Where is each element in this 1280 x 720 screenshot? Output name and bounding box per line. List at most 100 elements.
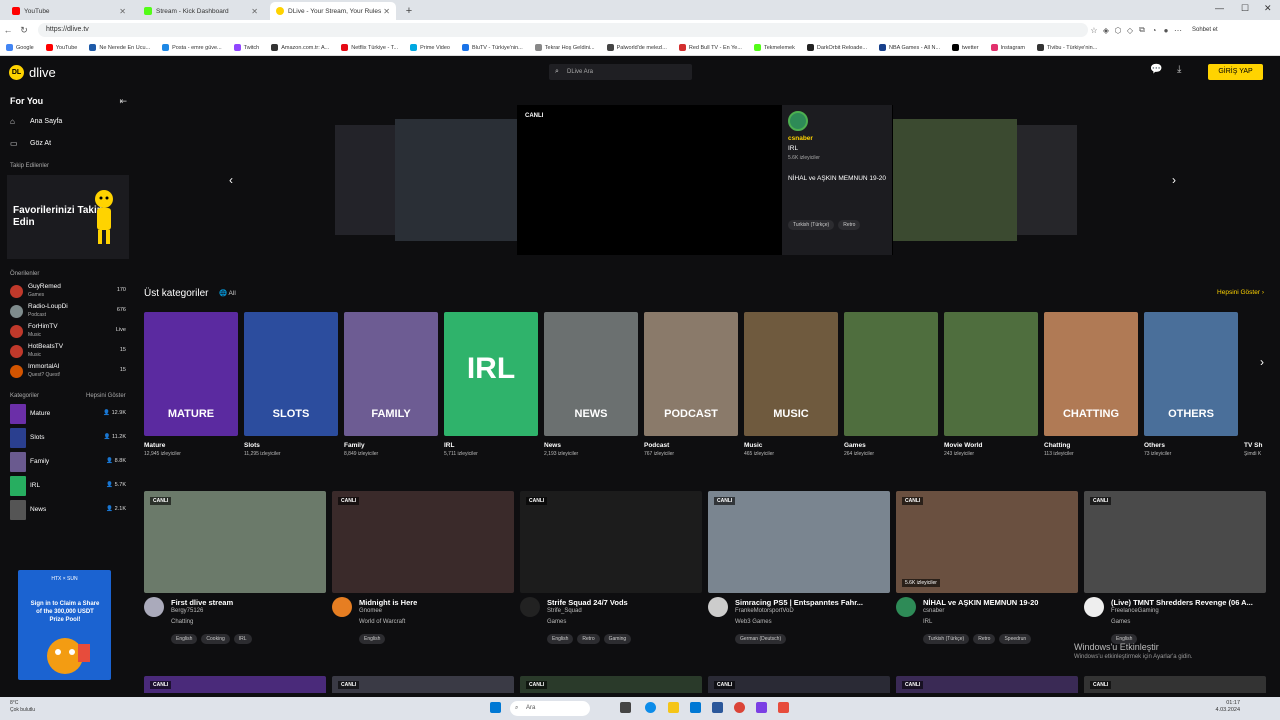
tag[interactable]: IRL <box>233 634 252 644</box>
avatar[interactable] <box>332 597 352 617</box>
category-card[interactable]: IRL <box>444 312 538 436</box>
stream-title[interactable]: Strife Squad 24/7 Vods <box>547 598 702 607</box>
profile-avatar-icon[interactable]: ● <box>1160 26 1172 35</box>
bookmark-item[interactable]: twetter <box>952 44 979 51</box>
browser-tab-dlive[interactable]: DLive - Your Stream, Your Rules ✕ <box>270 2 396 20</box>
category-name[interactable]: Music <box>744 442 762 449</box>
login-button[interactable]: GİRİŞ YAP <box>1208 64 1263 80</box>
channel-name[interactable]: Strife_Squad <box>547 608 582 614</box>
category-name[interactable]: Chatting <box>1044 442 1070 449</box>
category-name[interactable]: Family <box>344 442 365 449</box>
back-icon[interactable]: ← <box>0 25 16 35</box>
tag[interactable]: Turkish (Türkçe) <box>923 634 970 644</box>
category-card[interactable]: CHATTING <box>1044 312 1138 436</box>
stream-thumbnail[interactable]: CANLI <box>708 491 890 593</box>
bookmark-item[interactable]: Palworld'de melezl... <box>606 44 667 51</box>
carousel-side-thumbnail[interactable] <box>335 125 395 235</box>
stream-thumbnail[interactable]: CANLI <box>520 491 702 593</box>
category-card[interactable] <box>844 312 938 436</box>
bookmark-item[interactable]: YouTube <box>45 44 77 51</box>
stream-category[interactable]: World of Warcraft <box>359 619 405 625</box>
recommended-channel[interactable]: HotBeatsTV Music 15 <box>10 343 128 361</box>
category-card[interactable]: SLOTS <box>244 312 338 436</box>
category-name[interactable]: Others <box>1144 442 1165 449</box>
carousel-next-icon[interactable]: › <box>1172 173 1176 187</box>
avatar[interactable] <box>896 597 916 617</box>
stream-thumbnail[interactable]: CANLI <box>708 676 890 693</box>
stream-category[interactable]: Web3 Games <box>735 619 772 625</box>
stream-category[interactable]: Games <box>547 619 566 625</box>
category-card[interactable]: PODCAST <box>644 312 738 436</box>
extension-icon[interactable]: ◇ <box>1124 26 1136 35</box>
recommended-channel[interactable]: ImmortalAI Quest? Quest! 15 <box>10 363 128 381</box>
stream-title[interactable]: (Live) TMNT Shredders Revenge (06 A... <box>1111 598 1266 607</box>
channel-name[interactable]: csnaber <box>788 135 813 142</box>
tag[interactable]: English <box>359 634 386 644</box>
task-view-icon[interactable] <box>620 702 631 713</box>
stream-thumbnail[interactable]: CANLI <box>332 676 514 693</box>
file-explorer-icon[interactable] <box>668 702 679 713</box>
taskbar-search[interactable]: ⌕ Ara <box>510 701 590 716</box>
tag[interactable]: Turkish (Türkçe) <box>788 220 835 230</box>
bookmark-item[interactable]: Amazon.com.tr: A... <box>271 44 329 51</box>
bookmark-item[interactable]: Ne Nerede En Ucu... <box>89 44 150 51</box>
category-name[interactable]: IRL <box>444 442 454 449</box>
sidebar-item-home[interactable]: ⌂ Ana Sayfa <box>10 117 62 126</box>
stream-category[interactable]: IRL <box>788 145 798 152</box>
channel-name[interactable]: csnaber <box>923 608 944 614</box>
dlive-logo[interactable]: DL dlive <box>9 64 56 80</box>
bookmark-item[interactable]: Tivibu - Türkiye'nin... <box>1037 44 1097 51</box>
bookmark-item[interactable]: BluTV - Türkiye'nin... <box>461 44 523 51</box>
category-name[interactable]: Podcast <box>644 442 669 449</box>
stream-title[interactable]: Simracing PS5 | Entspanntes Fahr... <box>735 598 890 607</box>
category-card[interactable]: NEWS <box>544 312 638 436</box>
stream-thumbnail[interactable]: CANLI <box>896 676 1078 693</box>
show-all-link[interactable]: Hepsini Göster › <box>1217 289 1264 296</box>
category-name[interactable]: Movie World <box>944 442 983 449</box>
bookmark-item[interactable]: Posta - emre güve... <box>162 44 222 51</box>
close-tab-icon[interactable]: ✕ <box>119 7 126 16</box>
categories-show-all-link[interactable]: Hepsini Göster <box>86 393 126 399</box>
start-menu-icon[interactable] <box>490 702 501 713</box>
category-name[interactable]: TV Sh <box>1244 442 1262 449</box>
sidebar-category[interactable]: News 👤 2.1K <box>10 500 128 522</box>
stream-thumbnail[interactable]: CANLI <box>332 491 514 593</box>
carousel-prev-icon[interactable]: ‹ <box>229 173 233 187</box>
stream-category[interactable]: IRL <box>923 619 932 625</box>
bookmark-item[interactable]: DarkOrbit Reloade... <box>806 44 867 51</box>
browser-tab-youtube[interactable]: YouTube ✕ <box>6 2 132 20</box>
app-icon[interactable] <box>756 702 767 713</box>
category-card[interactable]: MATURE <box>144 312 238 436</box>
extension-icon[interactable]: ◈ <box>1100 26 1112 35</box>
menu-icon[interactable]: ⋯ <box>1172 26 1184 35</box>
tag[interactable]: English <box>171 634 198 644</box>
tag[interactable]: Cooking <box>201 634 230 644</box>
maximize-icon[interactable]: ☐ <box>1241 3 1249 14</box>
recommended-channel[interactable]: Radio-LoupDi Podcast 676 <box>10 303 128 321</box>
reload-icon[interactable]: ↻ <box>16 25 32 36</box>
sidebar-item-browse[interactable]: ▭ Göz At <box>10 139 51 148</box>
bookmark-item[interactable]: Twitch <box>233 44 259 51</box>
avatar[interactable] <box>144 597 164 617</box>
category-card[interactable] <box>944 312 1038 436</box>
category-name[interactable]: Mature <box>144 442 165 449</box>
bookmark-item[interactable]: Red Bull TV - En Ye... <box>678 44 742 51</box>
search-input[interactable]: ⌕ DLive Ara <box>549 64 692 80</box>
download-icon[interactable]: ⤓ <box>1177 64 1181 75</box>
ad-banner[interactable]: HTX × SUN Sign in to Claim a Share of th… <box>18 570 111 680</box>
tag[interactable]: Retro <box>838 220 861 230</box>
category-card[interactable]: MUSIC <box>744 312 838 436</box>
sidebar-category[interactable]: Mature 👤 12.9K <box>10 404 128 426</box>
close-tab-icon[interactable]: ✕ <box>383 7 390 16</box>
window-close-icon[interactable]: ✕ <box>1264 3 1272 14</box>
stream-title[interactable]: First dlive stream <box>171 598 326 607</box>
favorites-icon[interactable]: ⧉ <box>1136 25 1148 35</box>
bookmark-item[interactable]: Tekmelemek <box>753 44 795 51</box>
recommended-channel[interactable]: GuyRemed Games 170 <box>10 283 128 301</box>
bookmark-item[interactable]: Instagram <box>990 44 1025 51</box>
stream-thumbnail[interactable]: CANLI <box>520 676 702 693</box>
stream-title[interactable]: NİHAL ve AŞKIN MEMNUN 19-20 <box>923 598 1078 607</box>
bookmark-item[interactable]: Prime Video <box>410 44 450 51</box>
taskbar-clock[interactable]: 01:17 4.03.2024 <box>1216 700 1240 714</box>
recommended-channel[interactable]: ForHimTV Music Live <box>10 323 128 341</box>
